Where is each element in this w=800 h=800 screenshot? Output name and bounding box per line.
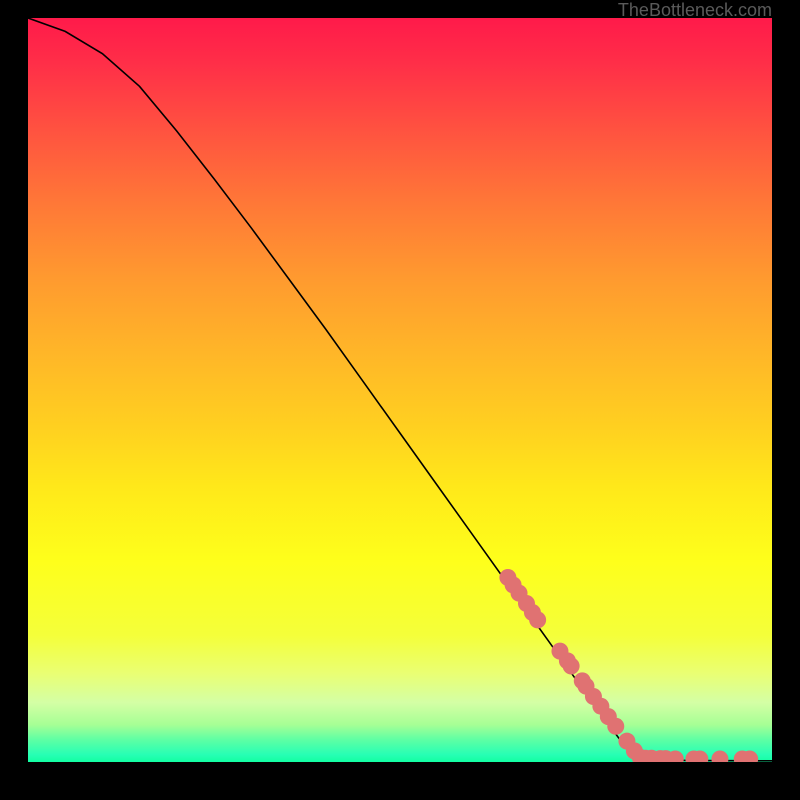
chart-overlay <box>28 18 772 762</box>
highlight-point <box>529 611 546 628</box>
highlight-point <box>563 658 580 675</box>
curve-line <box>28 18 772 761</box>
highlight-point <box>711 751 728 762</box>
highlight-point <box>607 718 624 735</box>
chart-container <box>28 18 772 762</box>
highlight-points <box>499 569 758 762</box>
